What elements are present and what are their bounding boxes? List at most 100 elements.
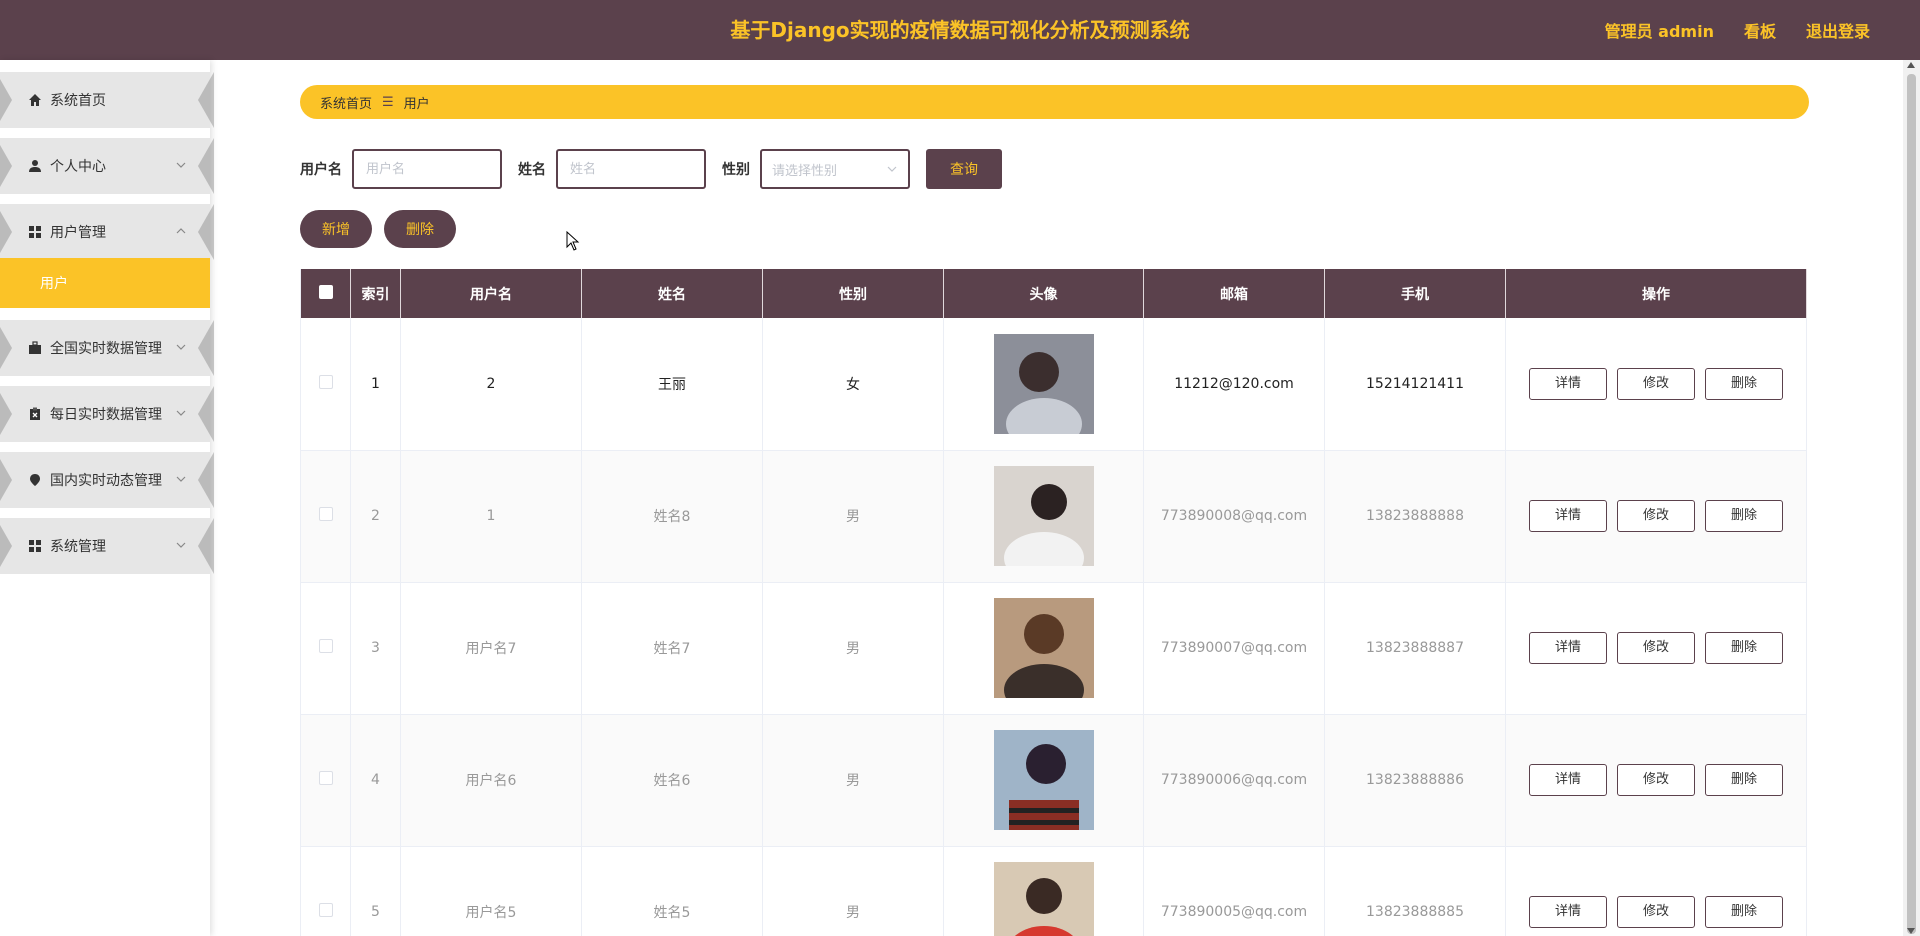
sidebar-item-home[interactable]: 系统首页 bbox=[0, 72, 214, 128]
row-checkbox[interactable] bbox=[318, 771, 333, 785]
edit-button[interactable]: 修改 bbox=[1617, 764, 1695, 796]
table-row: 4 用户名6 姓名6 男 773890006@qq.com 1382388888… bbox=[300, 714, 1807, 847]
avatar-cell bbox=[943, 450, 1144, 583]
name-search-input[interactable] bbox=[556, 149, 706, 189]
username-cell: 2 bbox=[400, 318, 582, 451]
home-icon bbox=[28, 93, 42, 107]
delete-button[interactable]: 删除 bbox=[1705, 632, 1783, 664]
briefcase-icon bbox=[28, 341, 42, 355]
column-header: 用户名 bbox=[400, 269, 582, 318]
avatar bbox=[993, 862, 1094, 936]
gender-cell: 男 bbox=[762, 582, 944, 715]
chevron-down-icon bbox=[176, 542, 186, 548]
email-cell: 773890008@qq.com bbox=[1143, 450, 1325, 583]
add-button[interactable]: 新增 bbox=[300, 210, 372, 248]
sidebar-item-label: 国内实时动态管理 bbox=[50, 473, 162, 489]
index-cell: 1 bbox=[350, 318, 401, 451]
gender-select-placeholder: 请选择性别 bbox=[772, 163, 838, 179]
users-table: 索引 用户名 姓名 性别 头像 邮箱 手机 操作 1 2 王丽 女 11212@… bbox=[300, 269, 1807, 936]
detail-button[interactable]: 详情 bbox=[1529, 764, 1607, 796]
operations-cell: 详情 修改 删除 bbox=[1505, 318, 1807, 451]
gender-cell: 男 bbox=[762, 846, 944, 936]
row-checkbox[interactable] bbox=[318, 507, 333, 521]
gender-cell: 男 bbox=[762, 450, 944, 583]
gender-cell: 男 bbox=[762, 714, 944, 847]
select-all-header bbox=[300, 269, 351, 318]
email-cell: 773890005@qq.com bbox=[1143, 846, 1325, 936]
sidebar-subitem-users[interactable]: 用户 bbox=[0, 258, 210, 308]
row-checkbox[interactable] bbox=[318, 374, 333, 389]
avatar-cell bbox=[943, 582, 1144, 715]
board-link[interactable]: 看板 bbox=[1744, 18, 1776, 42]
operations-cell: 详情 修改 删除 bbox=[1505, 450, 1807, 583]
page-scrollbar[interactable] bbox=[1903, 60, 1920, 936]
edit-button[interactable]: 修改 bbox=[1617, 367, 1695, 400]
column-header: 邮箱 bbox=[1143, 269, 1325, 318]
email-cell: 11212@120.com bbox=[1143, 318, 1325, 451]
chevron-down-icon bbox=[176, 162, 186, 168]
scroll-up-icon[interactable] bbox=[1907, 62, 1915, 68]
row-checkbox[interactable] bbox=[318, 903, 333, 917]
row-checkbox-cell bbox=[300, 846, 351, 936]
username-cell: 用户名6 bbox=[400, 714, 582, 847]
delete-button[interactable]: 删除 bbox=[1705, 500, 1783, 532]
logout-link[interactable]: 退出登录 bbox=[1806, 18, 1870, 42]
row-checkbox[interactable] bbox=[318, 639, 333, 653]
scroll-down-icon[interactable] bbox=[1907, 928, 1915, 934]
operations-cell: 详情 修改 删除 bbox=[1505, 714, 1807, 847]
select-all-checkbox[interactable] bbox=[318, 284, 333, 299]
navbar-right: 管理员 admin 看板 退出登录 bbox=[1605, 0, 1870, 60]
sidebar-item-label: 每日实时数据管理 bbox=[50, 407, 162, 423]
delete-button[interactable]: 删除 bbox=[1705, 764, 1783, 796]
table-row: 1 2 王丽 女 11212@120.com 15214121411 详情 修改删… bbox=[300, 318, 1807, 451]
username-cell: 用户名5 bbox=[400, 846, 582, 936]
grid-icon bbox=[28, 225, 42, 239]
column-header: 性别 bbox=[762, 269, 944, 318]
phone-cell: 13823888885 bbox=[1324, 846, 1506, 936]
gender-select[interactable]: 请选择性别 bbox=[760, 149, 910, 189]
grid-icon bbox=[28, 539, 42, 553]
action-bar: 新增 删除 bbox=[300, 210, 456, 248]
breadcrumb-home[interactable]: 系统首页 bbox=[320, 93, 372, 112]
sidebar-item-profile[interactable]: 个人中心 bbox=[0, 138, 214, 194]
breadcrumb-current: 用户 bbox=[403, 96, 430, 112]
detail-button[interactable]: 详情 bbox=[1529, 367, 1607, 400]
column-header: 操作 bbox=[1505, 269, 1807, 318]
column-header: 头像 bbox=[943, 269, 1144, 318]
sidebar-item-system-management[interactable]: 系统管理 bbox=[0, 518, 214, 574]
avatar-cell bbox=[943, 846, 1144, 936]
edit-button[interactable]: 修改 bbox=[1617, 632, 1695, 664]
scrollbar-thumb[interactable] bbox=[1907, 74, 1916, 934]
sidebar-item-label: 个人中心 bbox=[50, 159, 106, 175]
username-search-input[interactable] bbox=[352, 149, 502, 189]
admin-user-link[interactable]: 管理员 admin bbox=[1605, 18, 1714, 42]
column-header: 姓名 bbox=[581, 269, 763, 318]
query-button[interactable]: 查询 bbox=[926, 149, 1002, 189]
index-cell: 2 bbox=[350, 450, 401, 583]
sidebar-item-domestic-news[interactable]: 国内实时动态管理 bbox=[0, 452, 214, 508]
edit-button[interactable]: 修改 bbox=[1617, 896, 1695, 928]
breadcrumb: 系统首页 ☰ 用户 bbox=[300, 85, 1809, 119]
batch-delete-button[interactable]: 删除 bbox=[384, 210, 456, 248]
table-header-row: 索引 用户名 姓名 性别 头像 邮箱 手机 操作 bbox=[300, 269, 1807, 318]
username-cell: 用户名7 bbox=[400, 582, 582, 715]
clipboard-x-icon bbox=[28, 407, 42, 421]
delete-button[interactable]: 删除 bbox=[1705, 367, 1783, 400]
sidebar-item-label: 系统管理 bbox=[50, 539, 106, 555]
avatar-cell bbox=[943, 714, 1144, 847]
email-cell: 773890007@qq.com bbox=[1143, 582, 1325, 715]
operations-cell: 详情 修改 删除 bbox=[1505, 846, 1807, 936]
detail-button[interactable]: 详情 bbox=[1529, 632, 1607, 664]
sidebar-item-user-management[interactable]: 用户管理 bbox=[0, 204, 214, 260]
email-cell: 773890006@qq.com bbox=[1143, 714, 1325, 847]
detail-button[interactable]: 详情 bbox=[1529, 896, 1607, 928]
row-checkbox-cell bbox=[300, 582, 351, 715]
phone-cell: 13823888888 bbox=[1324, 450, 1506, 583]
detail-button[interactable]: 详情 bbox=[1529, 500, 1607, 532]
sidebar-item-national-data[interactable]: 全国实时数据管理 bbox=[0, 320, 214, 376]
edit-button[interactable]: 修改 bbox=[1617, 500, 1695, 532]
row-checkbox-cell bbox=[300, 318, 351, 451]
user-icon bbox=[28, 159, 42, 173]
delete-button[interactable]: 删除 bbox=[1705, 896, 1783, 928]
sidebar-item-daily-data[interactable]: 每日实时数据管理 bbox=[0, 386, 214, 442]
